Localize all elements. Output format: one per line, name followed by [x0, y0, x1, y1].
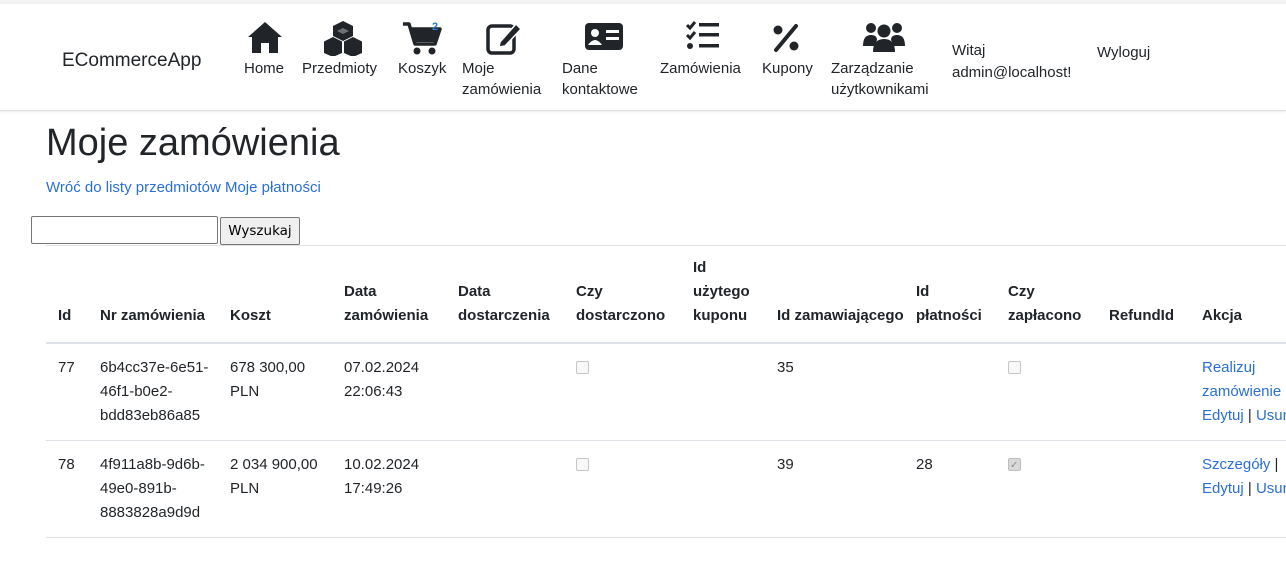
nav-items-label: Przedmioty [302, 60, 378, 77]
cell-order-number: 6b4cc37e-6e51-46f1-b0e2-bdd83eb86a85 [88, 343, 218, 441]
col-header-refund-id: RefundId [1097, 256, 1190, 344]
nav-user-management-label: Zarządzanie użytkownikami [831, 60, 929, 98]
nav-coupons-label: Kupony [762, 60, 813, 77]
col-header-cost: Koszt [218, 256, 332, 344]
cell-delivery-date [446, 440, 564, 538]
col-header-id: Id [46, 256, 88, 344]
table-row: 77 6b4cc37e-6e51-46f1-b0e2-bdd83eb86a85 … [46, 343, 1286, 441]
col-header-order-number: Nr zamówienia [88, 256, 218, 344]
cell-delivered [564, 343, 681, 441]
table-top-divider [46, 245, 1286, 246]
cell-payment-id: 28 [904, 440, 996, 538]
table-header-row: Id Nr zamówienia Koszt Data zamówienia D… [46, 256, 1286, 344]
list-check-icon [685, 21, 719, 49]
cell-cost: 2 034 900,00 PLN [218, 440, 332, 538]
page-title: Moje zamówienia [46, 122, 340, 164]
cubes-icon [324, 21, 362, 56]
cell-order-date: 10.02.2024 17:49:26 [332, 440, 446, 538]
cart-badge: 2 [432, 21, 439, 33]
col-header-payment-id: Id płatności [904, 256, 996, 344]
cell-cost: 678 300,00 PLN [218, 343, 332, 441]
nav-orders[interactable]: Zamówienia [660, 20, 741, 79]
users-icon [863, 23, 905, 52]
cell-order-date: 07.02.2024 22:06:43 [332, 343, 446, 441]
col-header-delivery-date: Data dostarczenia [446, 256, 564, 344]
cell-id: 78 [46, 440, 88, 538]
col-header-delivered: Czy dostarczono [564, 256, 681, 344]
edit-icon [486, 22, 522, 55]
cell-delivered [564, 440, 681, 538]
nav-my-orders-label: Moje zamówienia [462, 60, 542, 98]
delivered-checkbox [576, 458, 589, 471]
my-payments-link[interactable]: Moje płatności [225, 179, 321, 196]
nav-contact-data-label: Dane kontaktowe [562, 60, 638, 98]
cell-delivery-date [446, 343, 564, 441]
fulfill-order-link[interactable]: Realizuj zamówienie [1202, 359, 1281, 400]
cell-id: 77 [46, 343, 88, 441]
welcome-text: Witaj admin@localhost! [952, 42, 1072, 81]
details-link[interactable]: Szczegóły [1202, 456, 1270, 473]
nav-home-label: Home [244, 60, 285, 77]
percent-icon [773, 24, 799, 52]
search-button[interactable]: Wyszukaj [220, 217, 300, 245]
cell-actions: Realizuj zamówienie | Edytuj | Usuń [1190, 343, 1286, 441]
brand-link[interactable]: ECommerceApp [62, 50, 201, 72]
cell-refund-id [1097, 343, 1190, 441]
nav-orders-label: Zamówienia [660, 60, 741, 77]
contact-card-icon [585, 23, 623, 50]
delivered-checkbox [576, 361, 589, 374]
col-header-order-date: Data zamówienia [332, 256, 446, 344]
col-header-action: Akcja [1190, 256, 1286, 344]
page-links: Wróć do listy przedmiotów Moje płatności [46, 179, 321, 196]
cell-coupon-id [681, 440, 765, 538]
back-to-items-link[interactable]: Wróć do listy przedmiotów [46, 179, 221, 196]
cell-paid [996, 343, 1097, 441]
col-header-customer-id: Id zamawiającego [765, 256, 904, 344]
nav-my-orders[interactable]: Moje zamówienia [462, 20, 552, 100]
logout-link[interactable]: Wyloguj [1097, 44, 1150, 61]
cell-order-number: 4f911a8b-9d6b-49e0-891b-8883828a9d9d [88, 440, 218, 538]
edit-link[interactable]: Edytuj [1202, 480, 1244, 497]
orders-table: Id Nr zamówienia Koszt Data zamówienia D… [46, 256, 1286, 538]
nav-user-management[interactable]: Zarządzanie użytkownikami [831, 20, 941, 100]
nav-coupons[interactable]: Kupony [762, 20, 813, 79]
cell-refund-id [1097, 440, 1190, 538]
cell-coupon-id [681, 343, 765, 441]
edit-link[interactable]: Edytuj [1202, 407, 1244, 424]
search-input[interactable] [31, 216, 218, 244]
col-header-coupon-id: Id użytego kuponu [681, 256, 765, 344]
paid-checkbox [1008, 454, 1021, 478]
cell-actions: Szczegóły | Edytuj | Usuń [1190, 440, 1286, 538]
nav-cart-label: Koszyk [398, 60, 447, 77]
cell-customer-id: 39 [765, 440, 904, 538]
cell-customer-id: 35 [765, 343, 904, 441]
nav-cart[interactable]: 2 Koszyk [398, 20, 446, 79]
delete-link[interactable]: Usuń [1256, 407, 1286, 424]
nav-items[interactable]: Przedmioty [302, 20, 377, 79]
navbar: ECommerceApp Home Przedmioty 2 Koszyk Mo… [0, 4, 1286, 111]
nav-contact-data[interactable]: Dane kontaktowe [562, 20, 652, 100]
delete-link[interactable]: Usuń [1256, 480, 1286, 497]
cell-paid [996, 440, 1097, 538]
col-header-paid: Czy zapłacono [996, 256, 1097, 344]
paid-checkbox [1008, 361, 1021, 374]
home-icon [248, 22, 282, 53]
table-row: 78 4f911a8b-9d6b-49e0-891b-8883828a9d9d … [46, 440, 1286, 538]
cell-payment-id [904, 343, 996, 441]
nav-home[interactable]: Home [244, 20, 284, 79]
